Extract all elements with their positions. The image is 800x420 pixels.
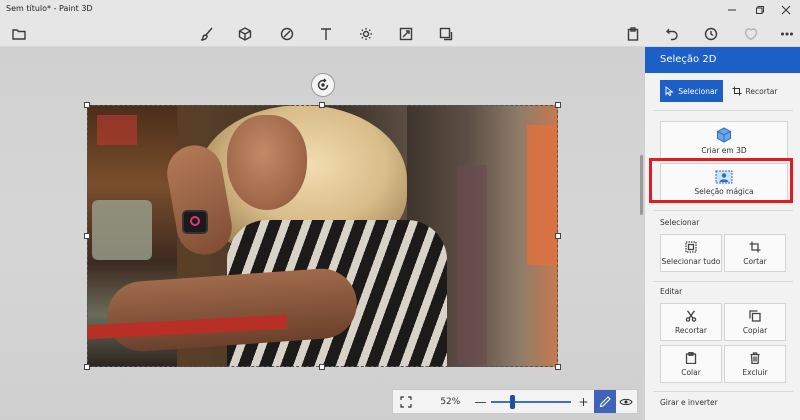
cut-label: Recortar [675,325,707,335]
selection-mode-tabs: Selecionar Recortar [660,80,786,102]
zoom-slider-thumb[interactable] [509,394,515,409]
canvas-image[interactable] [87,105,558,367]
text-icon [321,28,331,40]
selection-handle-bottom[interactable] [319,364,325,370]
create-3d-button[interactable]: Criar em 3D [660,121,788,161]
restore-button[interactable] [746,0,774,20]
sticker-icon [280,27,294,41]
tab-crop[interactable]: Recortar [723,80,786,102]
divider [653,391,793,392]
canvas-tool-button[interactable] [397,25,415,43]
copy-icon [749,309,761,322]
shapes-3d-tool-button[interactable] [236,25,254,43]
text-tool-button[interactable] [317,25,335,43]
selection-handle-left[interactable] [84,233,90,239]
copy-label: Copiar [742,325,768,335]
delete-label: Excluir [742,367,768,377]
crop-icon [749,241,761,252]
paste-button[interactable]: Colar [660,345,722,383]
divider [653,281,793,282]
copy-button[interactable]: Copiar [724,303,786,341]
selection-handle-top-right[interactable] [555,102,561,108]
undo-button[interactable] [663,25,681,43]
main-toolbar [0,20,800,47]
eye-icon [619,398,633,405]
crop-icon [732,86,742,96]
tab-select[interactable]: Selecionar [660,80,723,102]
side-panel: Seleção 2D Selecionar Recortar Criar em … [644,47,800,420]
paste-icon [627,27,639,41]
divider [653,110,793,111]
trash-icon [750,351,760,364]
stickers-tool-button[interactable] [278,25,296,43]
zoom-in-button[interactable]: + [577,395,591,409]
redo-icon [744,28,758,41]
cube-3d-icon [717,127,731,143]
zoom-out-button[interactable]: — [474,395,488,409]
zoom-bar: 52% — + [392,389,638,414]
zoom-fit-button[interactable] [395,391,416,413]
crop-button[interactable]: Cortar [724,234,786,272]
title-bar: Sem título* - Paint 3D [0,0,800,20]
effects-tool-button[interactable] [357,25,375,43]
section-edit-heading: Editar [660,287,683,296]
create-3d-label: Criar em 3D [701,146,747,155]
more-button[interactable] [778,25,796,43]
selection-handle-top-left[interactable] [84,102,90,108]
select-all-button[interactable]: Selecionar tudo [660,234,722,272]
pen-mode-button[interactable] [594,390,616,413]
workspace-scrollbar[interactable] [640,155,643,215]
cut-button[interactable]: Recortar [660,303,722,341]
paste-label: Colar [681,367,701,377]
canvas-resize-icon [399,27,413,41]
delete-button[interactable]: Excluir [724,345,786,383]
cursor-arrow-icon [665,86,675,96]
library-3d-tool-button[interactable] [437,25,455,43]
menu-button[interactable] [10,25,28,43]
restore-icon [756,6,764,14]
pen-icon [599,395,611,407]
library-icon [439,27,453,41]
window-title: Sem título* - Paint 3D [6,4,93,13]
history-button[interactable] [702,25,720,43]
cube-icon [238,27,252,41]
scissors-icon [685,309,697,322]
select-all-label: Selecionar tudo [661,256,721,266]
redo-button[interactable] [742,25,760,43]
tab-crop-label: Recortar [745,86,778,96]
crop-label: Cortar [743,256,767,266]
highlight-annotation [649,158,793,203]
brush-icon [200,27,213,41]
paste-toolbar-button[interactable] [624,25,642,43]
undo-icon [666,28,678,41]
selection-handle-top[interactable] [319,102,325,108]
brushes-tool-button[interactable] [198,25,216,43]
zoom-slider[interactable] [491,394,571,409]
history-icon [704,27,718,41]
rotate-icon [317,78,329,91]
rotate-handle[interactable] [311,73,335,97]
selection-handle-bottom-right[interactable] [555,364,561,370]
section-select-heading: Selecionar [660,218,700,227]
selection-handle-bottom-left[interactable] [84,364,90,370]
minimize-button[interactable] [718,0,746,20]
paste-icon [685,351,697,364]
section-rotate-heading: Girar e inverter [660,398,718,407]
zoom-percent: 52% [440,396,461,407]
fit-screen-icon [400,395,412,408]
tab-select-label: Selecionar [678,86,718,96]
panel-title: Seleção 2D [645,47,800,73]
sun-icon [360,28,372,40]
select-all-icon [685,240,697,253]
view-mode-button[interactable] [616,390,637,413]
more-icon [781,32,793,36]
folder-icon [12,29,26,40]
minimize-icon [728,9,736,11]
close-window-button[interactable] [772,0,800,20]
divider [653,210,793,211]
selection-handle-right[interactable] [555,233,561,239]
close-icon [781,5,791,15]
